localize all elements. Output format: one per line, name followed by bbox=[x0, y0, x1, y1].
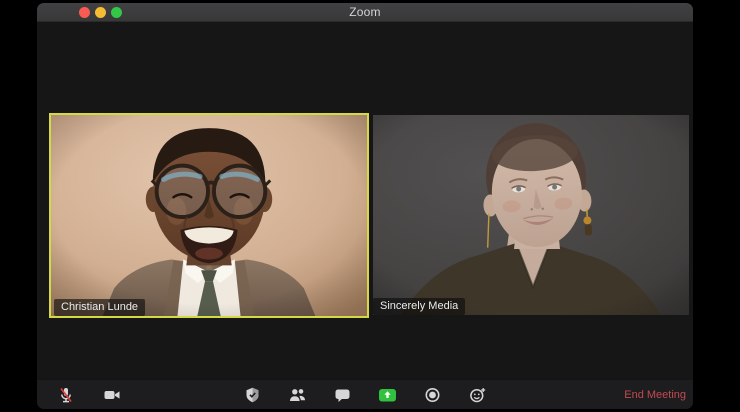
desktop: Zoom Christian Lunde Sincerely Media End… bbox=[0, 0, 740, 412]
participant-name-label: Sincerely Media bbox=[373, 298, 466, 315]
minimize-button[interactable] bbox=[95, 7, 106, 18]
participants-button[interactable] bbox=[289, 386, 307, 404]
stop-video-button[interactable] bbox=[103, 386, 121, 404]
record-icon bbox=[425, 387, 440, 402]
close-button[interactable] bbox=[79, 7, 90, 18]
participants-icon bbox=[290, 388, 305, 401]
toolbar-center-group bbox=[244, 386, 487, 404]
video-tile-christian-lunde[interactable]: Christian Lunde bbox=[49, 113, 369, 318]
zoom-window: Zoom Christian Lunde Sincerely Media End… bbox=[37, 3, 693, 409]
security-button[interactable] bbox=[244, 386, 262, 404]
share-screen-icon bbox=[379, 388, 396, 401]
meeting-toolbar: End Meeting bbox=[37, 379, 693, 409]
video-camera-icon bbox=[104, 390, 120, 399]
window-title: Zoom bbox=[349, 5, 381, 19]
participant-video-woman bbox=[373, 115, 689, 315]
participant-video-man bbox=[51, 115, 367, 316]
titlebar: Zoom bbox=[37, 3, 693, 22]
participant-name-label: Christian Lunde bbox=[54, 299, 146, 316]
record-button[interactable] bbox=[424, 386, 442, 404]
toolbar-left-group bbox=[57, 386, 121, 404]
security-shield-icon bbox=[246, 387, 259, 402]
end-meeting-button[interactable]: End Meeting bbox=[624, 389, 686, 401]
traffic-lights bbox=[79, 3, 122, 22]
microphone-muted-icon bbox=[60, 387, 72, 402]
chat-button[interactable] bbox=[334, 386, 352, 404]
video-stage: Christian Lunde Sincerely Media bbox=[37, 22, 693, 379]
reactions-icon bbox=[470, 387, 486, 402]
share-screen-button[interactable] bbox=[379, 386, 397, 404]
chat-icon bbox=[335, 389, 350, 402]
video-tile-sincerely-media[interactable]: Sincerely Media bbox=[373, 115, 689, 315]
reactions-button[interactable] bbox=[469, 386, 487, 404]
mute-button[interactable] bbox=[57, 386, 75, 404]
maximize-button[interactable] bbox=[111, 7, 122, 18]
